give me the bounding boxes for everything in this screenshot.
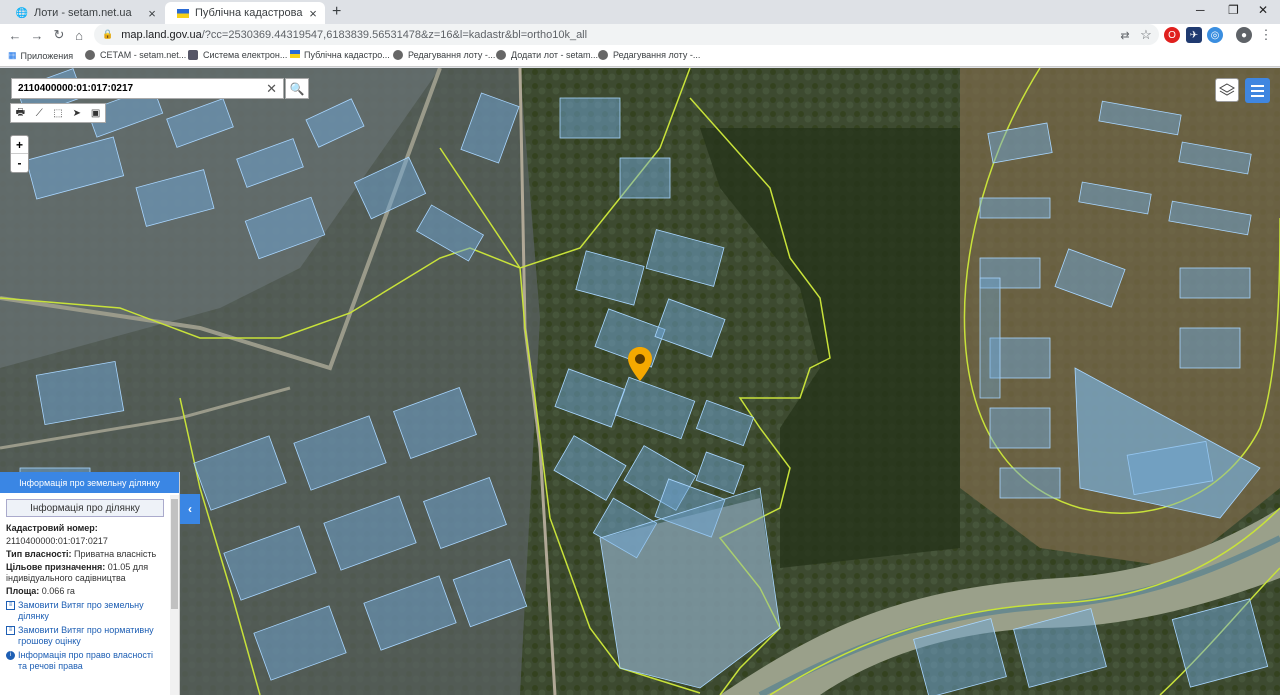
bookmark-label: Публічна кадастро... [304, 50, 390, 60]
cadastral-search-input[interactable]: 2110400000:01:017:0217 ✕ [11, 78, 284, 99]
address-host: map.land.gov.ua [121, 28, 202, 41]
link-text: Інформація про право власності та речові… [18, 650, 153, 671]
browser-toolbar: ← → ↻ ⌂ 🔒 map.land.gov.ua /?cc=2530369.4… [0, 24, 1280, 46]
bookmark-cadastral[interactable]: Публічна кадастро... [290, 50, 390, 60]
order-parcel-extract-link[interactable]: ≡ Замовити Витяг про земельну ділянку [6, 600, 164, 622]
bookmark-label: Редагування лоту -... [613, 50, 701, 60]
bookmark-edit-lot[interactable]: Редагування лоту -... [393, 50, 495, 60]
extension-icon[interactable]: ✈ [1186, 27, 1202, 43]
globe-icon [598, 50, 608, 60]
close-tab-icon[interactable]: × [144, 6, 160, 21]
reload-icon[interactable]: ↻ [50, 26, 68, 44]
link-text: Замовити Витяг про земельну ділянку [18, 600, 144, 621]
shield-icon [188, 50, 198, 60]
area-row: Площа: 0.066 га [6, 586, 164, 597]
close-window-button[interactable]: ✕ [1258, 3, 1268, 17]
globe-icon [496, 50, 506, 60]
tab-setam[interactable]: 🌐 Лоти - setam.net.ua × [4, 2, 164, 24]
ownership-row: Тип власності: Приватна власність [6, 549, 164, 560]
location-pin-icon[interactable] [628, 347, 652, 386]
panel-header: Інформація про земельну ділянку [0, 472, 179, 493]
maximize-button[interactable]: ❐ [1228, 3, 1239, 17]
scrollbar-thumb[interactable] [171, 499, 178, 609]
area-label: Площа: [6, 586, 40, 596]
collapse-panel-button[interactable]: ‹ [180, 494, 200, 524]
minimize-button[interactable]: ─ [1196, 3, 1205, 17]
parcel-info-panel: Інформація про земельну ділянку Інформац… [0, 472, 180, 695]
globe-icon [85, 50, 95, 60]
bookmark-label: СЕТАМ - setam.net... [100, 50, 187, 60]
zoom-control: + - [10, 135, 29, 173]
close-tab-icon[interactable]: × [305, 6, 321, 21]
zoom-out-button[interactable]: - [11, 154, 28, 172]
address-path: /?cc=2530369.44319547,6183839.56531478&z… [201, 28, 588, 41]
tab-title: Публічна кадастрова карта України [195, 7, 305, 19]
pointer-icon[interactable]: ➤ [67, 104, 86, 122]
panel-scrollbar[interactable] [170, 495, 179, 695]
bookmark-label: Приложения [20, 50, 74, 61]
apps-grid-icon: ▦ [8, 50, 17, 60]
chevron-left-icon: ‹ [188, 502, 192, 516]
address-bar[interactable]: 🔒 map.land.gov.ua /?cc=2530369.44319547,… [94, 24, 1159, 45]
measure-area-icon[interactable]: ⬚ [49, 104, 68, 122]
section-title: Інформація про ділянку [6, 499, 164, 517]
purpose-row: Цільове призначення: 01.05 для індивідуа… [6, 562, 164, 584]
ukraine-flag-icon [290, 50, 300, 60]
browser-tab-bar: 🌐 Лоти - setam.net.ua × Публічна кадастр… [0, 0, 1280, 24]
map-tools: 🖶 ⟋ ⬚ ➤ ▣ [10, 103, 106, 123]
purpose-label: Цільове призначення: [6, 562, 106, 572]
bookmark-edit-lot-2[interactable]: Редагування лоту -... [598, 50, 700, 60]
cadastral-number-label: Кадастровий номер: [6, 523, 98, 533]
bookmark-system[interactable]: Система електрон... [188, 50, 287, 60]
menu-button[interactable] [1245, 78, 1270, 103]
search-value: 2110400000:01:017:0217 [18, 83, 134, 94]
tab-title: Лоти - setam.net.ua [34, 7, 132, 19]
info-tool-icon[interactable]: ▣ [86, 104, 105, 122]
bookmark-apps[interactable]: ▦ Приложения [8, 50, 73, 61]
clear-icon[interactable]: ✕ [266, 81, 277, 97]
link-text: Замовити Витяг про нормативну грошову оц… [18, 625, 154, 646]
area-value: 0.066 га [41, 586, 75, 596]
globe-icon: 🌐 [15, 7, 29, 19]
search-icon: 🔍 [289, 81, 305, 96]
ownership-rights-link[interactable]: i Інформація про право власності та речов… [6, 650, 164, 672]
zoom-in-button[interactable]: + [11, 136, 28, 154]
tab-cadastral-map[interactable]: Публічна кадастрова карта України × [165, 2, 325, 24]
layers-button[interactable] [1215, 78, 1239, 102]
opera-extension-icon[interactable]: O [1164, 27, 1180, 43]
bookmark-label: Система електрон... [203, 50, 288, 60]
new-tab-button[interactable]: + [332, 3, 341, 21]
back-icon[interactable]: ← [6, 26, 24, 44]
panel-body: Інформація про ділянку Кадастровий номер… [0, 493, 170, 695]
globe-icon [393, 50, 403, 60]
bookmarks-bar: ▦ Приложения СЕТАМ - setam.net... Систем… [0, 46, 1280, 67]
layers-icon [1219, 83, 1235, 96]
order-valuation-extract-link[interactable]: ≡ Замовити Витяг про нормативну грошову о… [6, 625, 164, 647]
info-icon: i [6, 651, 15, 660]
bookmark-label: Додати лот - setam... [511, 50, 599, 60]
lock-icon: 🔒 [102, 29, 114, 39]
more-menu-icon[interactable]: ⋮ [1258, 27, 1274, 43]
star-icon[interactable]: ☆ [1138, 27, 1154, 43]
home-icon[interactable]: ⌂ [70, 26, 88, 44]
bookmark-add-lot[interactable]: Додати лот - setam... [496, 50, 598, 60]
ownership-label: Тип власності: [6, 549, 72, 559]
bookmark-setam[interactable]: СЕТАМ - setam.net... [85, 50, 186, 60]
extension-icon[interactable]: ◎ [1207, 27, 1223, 43]
forward-icon[interactable]: → [28, 26, 46, 44]
bookmark-label: Редагування лоту -... [408, 50, 496, 60]
profile-avatar-icon[interactable]: ● [1236, 27, 1252, 43]
measure-line-icon[interactable]: ⟋ [30, 104, 49, 122]
ukraine-flag-icon [177, 7, 189, 19]
search-button[interactable]: 🔍 [285, 78, 309, 99]
print-icon[interactable]: 🖶 [11, 104, 30, 122]
ownership-value: Приватна власність [74, 549, 157, 559]
document-icon: ≡ [6, 601, 15, 610]
translate-icon[interactable]: ⇄ [1117, 27, 1133, 43]
cadastral-number-value: 2110400000:01:017:0217 [6, 536, 108, 546]
document-icon: ≡ [6, 626, 15, 635]
